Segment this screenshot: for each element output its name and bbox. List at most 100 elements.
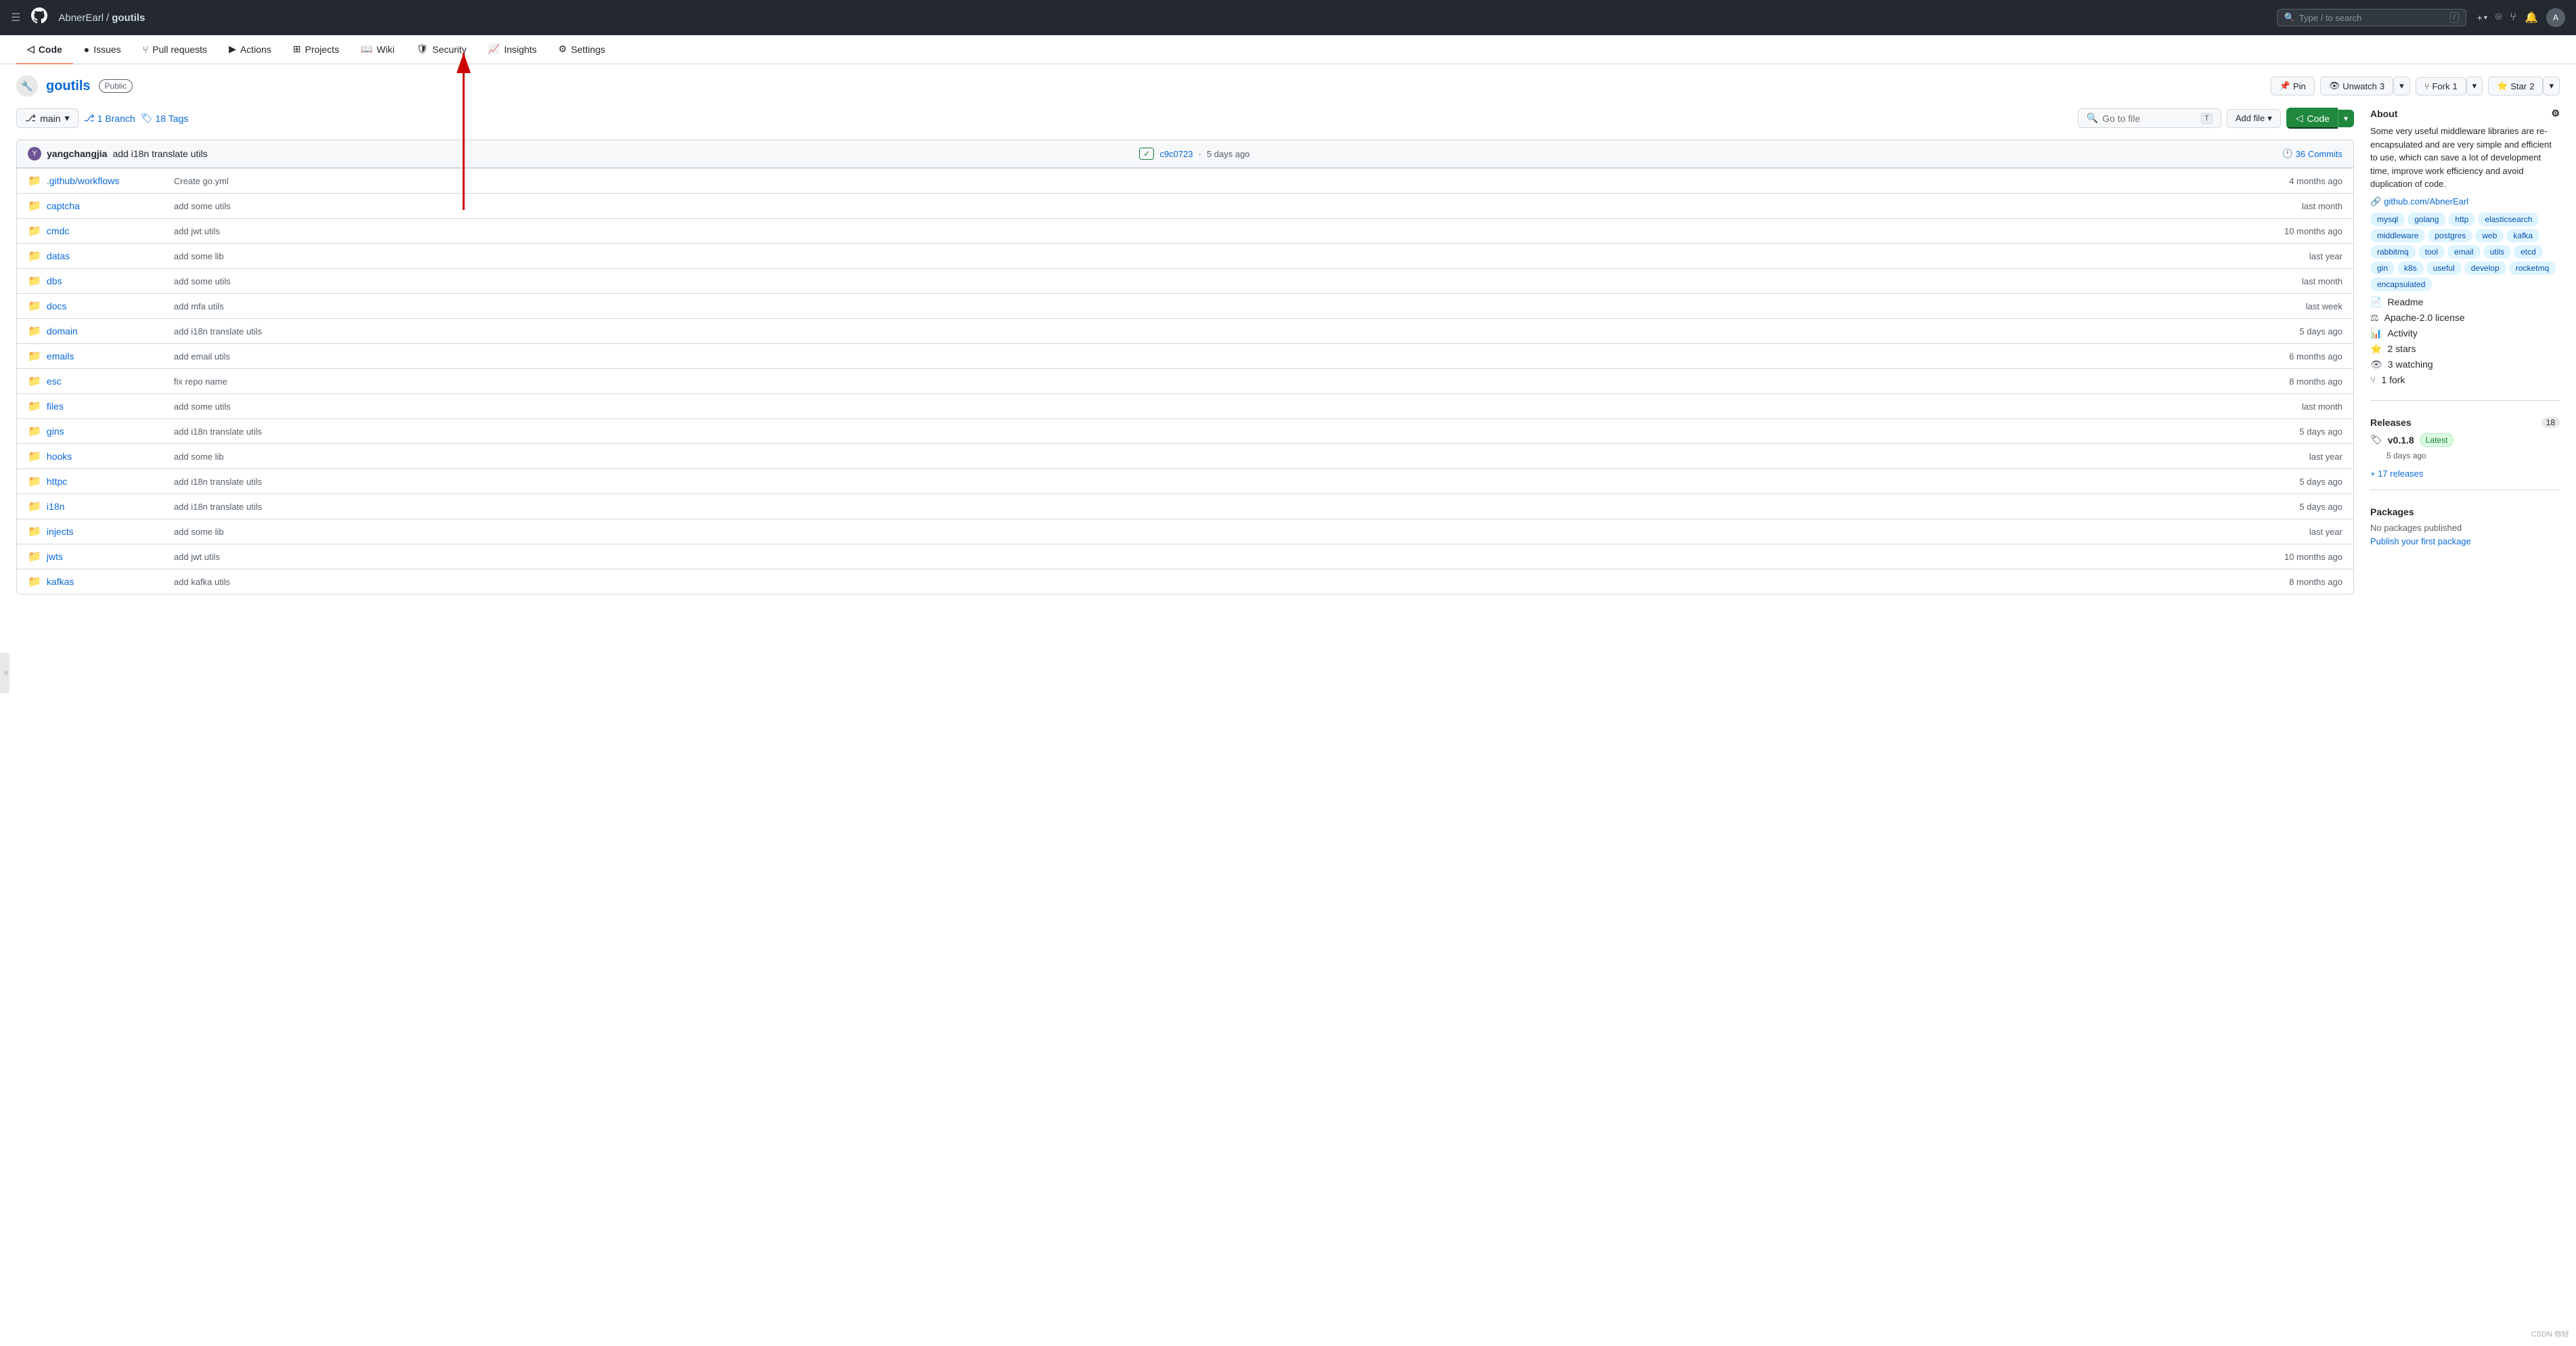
tag-badge[interactable]: rabbitmq — [2370, 245, 2416, 259]
file-name-link[interactable]: hooks — [47, 451, 169, 462]
watching-icon: 👁 — [2370, 359, 2382, 370]
file-name-link[interactable]: .github/workflows — [47, 175, 169, 186]
file-name-link[interactable]: domain — [47, 326, 169, 336]
tab-settings[interactable]: ⚙ Settings — [548, 35, 616, 64]
tag-badge[interactable]: http — [2448, 213, 2475, 226]
file-name-link[interactable]: httpc — [47, 476, 169, 487]
commit-sha: c9c0723 — [1159, 149, 1193, 159]
branch-count-link[interactable]: ⎇ 1 Branch — [84, 112, 135, 124]
go-to-file-btn[interactable]: 🔍 T — [2078, 108, 2221, 128]
fork-button[interactable]: ⑂ Fork 1 — [2416, 77, 2466, 95]
about-description: Some very useful middleware libraries ar… — [2370, 125, 2560, 191]
repo-name-link[interactable]: goutils — [46, 79, 91, 93]
tab-security[interactable]: 🛡 Security — [405, 35, 477, 64]
tab-wiki[interactable]: 📖 Wiki — [350, 35, 405, 64]
file-name-link[interactable]: files — [47, 401, 169, 412]
add-file-button[interactable]: Add file ▾ — [2227, 109, 2281, 128]
commits-count-link[interactable]: 🕐 36 Commits — [2282, 148, 2342, 159]
file-name-link[interactable]: esc — [47, 376, 169, 387]
file-name-link[interactable]: dbs — [47, 276, 169, 286]
tag-badge[interactable]: elasticsearch — [2478, 213, 2539, 226]
file-name-link[interactable]: emails — [47, 351, 169, 362]
pin-button[interactable]: 📌 Pin — [2271, 77, 2315, 95]
tab-code[interactable]: ◁ Code — [16, 35, 73, 64]
file-name-link[interactable]: kafkas — [47, 576, 169, 587]
fork-dropdown[interactable]: ▾ — [2466, 77, 2483, 95]
file-name-link[interactable]: captcha — [47, 200, 169, 211]
tab-pull-requests[interactable]: ⑂ Pull requests — [132, 36, 218, 64]
tab-insights[interactable]: 📈 Insights — [477, 35, 548, 64]
tag-badge[interactable]: kafka — [2506, 229, 2539, 242]
table-row: 📁 files add some utils last month — [17, 393, 2353, 418]
publish-package-link[interactable]: Publish your first package — [2370, 536, 2471, 546]
global-search[interactable]: 🔍 / — [2277, 9, 2466, 26]
file-name-link[interactable]: jwts — [47, 551, 169, 562]
tag-badge[interactable]: gin — [2370, 261, 2395, 275]
tag-badge[interactable]: develop — [2464, 261, 2506, 275]
pull-requests-icon[interactable]: ⑂ — [2510, 12, 2516, 24]
repo-link[interactable]: goutils — [112, 12, 145, 24]
unwatch-button[interactable]: 👁 Unwatch 3 — [2320, 77, 2393, 95]
tag-badge[interactable]: email — [2447, 245, 2481, 259]
about-title: About ⚙ — [2370, 108, 2560, 119]
issues-inbox-icon[interactable]: ⌾ — [2495, 12, 2502, 24]
tag-badge[interactable]: k8s — [2397, 261, 2424, 275]
star-dropdown[interactable]: ▾ — [2543, 77, 2560, 95]
commit-author[interactable]: yangchangjia — [47, 148, 107, 159]
tag-badge[interactable]: mysql — [2370, 213, 2405, 226]
tag-badge[interactable]: middleware — [2370, 229, 2425, 242]
tag-badge[interactable]: rocketmq — [2509, 261, 2556, 275]
file-name-link[interactable]: i18n — [47, 501, 169, 512]
file-name-link[interactable]: datas — [47, 251, 169, 261]
activity-link[interactable]: 📊 Activity — [2370, 328, 2560, 339]
user-link[interactable]: AbnerEarl — [58, 12, 104, 24]
star-button[interactable]: ⭐ Star 2 — [2488, 77, 2543, 95]
tag-badge[interactable]: useful — [2426, 261, 2462, 275]
left-fold-tab[interactable]: ◁ — [0, 653, 9, 693]
forks-link[interactable]: ⑂ 1 fork — [2370, 374, 2560, 385]
unwatch-dropdown[interactable]: ▾ — [2393, 77, 2410, 95]
code-icon: ◁ — [27, 43, 35, 55]
release-version[interactable]: v0.1.8 — [2388, 435, 2414, 446]
tab-projects[interactable]: ⊞ Projects — [282, 35, 350, 64]
file-name-link[interactable]: injects — [47, 526, 169, 537]
branch-dropdown-arrow: ▾ — [65, 112, 70, 124]
tab-issues[interactable]: ● Issues — [73, 36, 132, 64]
avatar[interactable]: A — [2546, 8, 2565, 27]
tag-badge[interactable]: postgres — [2428, 229, 2472, 242]
tag-badge[interactable]: golang — [2407, 213, 2445, 226]
folder-icon: 📁 — [28, 249, 41, 263]
tag-badge[interactable]: etcd — [2514, 245, 2543, 259]
stars-link[interactable]: ⭐ 2 stars — [2370, 343, 2560, 355]
tab-actions[interactable]: ▶ Actions — [218, 35, 282, 64]
file-name-link[interactable]: cmdc — [47, 225, 169, 236]
code-dropdown-button[interactable]: ▾ — [2338, 110, 2354, 127]
readme-link[interactable]: 📄 Readme — [2370, 297, 2560, 308]
file-browser: ⎇ main ▾ ⎇ 1 Branch 🏷 18 Tags 🔍 T — [16, 108, 2354, 594]
github-logo-icon[interactable] — [31, 7, 47, 28]
file-name-link[interactable]: docs — [47, 301, 169, 311]
tag-badge[interactable]: encapsulated — [2370, 278, 2432, 291]
watermark: CSDN 你好 — [2531, 1328, 2569, 1339]
release-date: 5 days ago — [2386, 450, 2560, 460]
hamburger-icon[interactable]: ☰ — [11, 11, 20, 24]
notifications-icon[interactable]: 🔔 — [2525, 11, 2538, 24]
folder-icon: 📁 — [28, 525, 41, 538]
branch-selector[interactable]: ⎇ main ▾ — [16, 108, 79, 128]
new-dropdown[interactable]: + ▾ — [2477, 12, 2487, 23]
about-gear-icon[interactable]: ⚙ — [2551, 108, 2560, 119]
file-name-link[interactable]: gins — [47, 426, 169, 437]
website-link[interactable]: 🔗 github.com/AbnerEarl — [2370, 196, 2560, 207]
code-button[interactable]: ◁ Code — [2286, 108, 2338, 129]
search-input[interactable] — [2299, 13, 2446, 23]
watching-link[interactable]: 👁 3 watching — [2370, 359, 2560, 370]
commit-sha-link[interactable]: c9c0723 — [1159, 149, 1193, 159]
license-link[interactable]: ⚖ Apache-2.0 license — [2370, 312, 2560, 324]
tag-badge[interactable]: utils — [2483, 245, 2511, 259]
go-to-file-input[interactable] — [2102, 113, 2197, 124]
tag-badge[interactable]: tool — [2418, 245, 2445, 259]
more-releases-link[interactable]: + 17 releases — [2370, 469, 2423, 479]
table-row: 📁 datas add some lib last year — [17, 243, 2353, 268]
tag-count-link[interactable]: 🏷 18 Tags — [141, 112, 189, 124]
tag-badge[interactable]: web — [2475, 229, 2504, 242]
